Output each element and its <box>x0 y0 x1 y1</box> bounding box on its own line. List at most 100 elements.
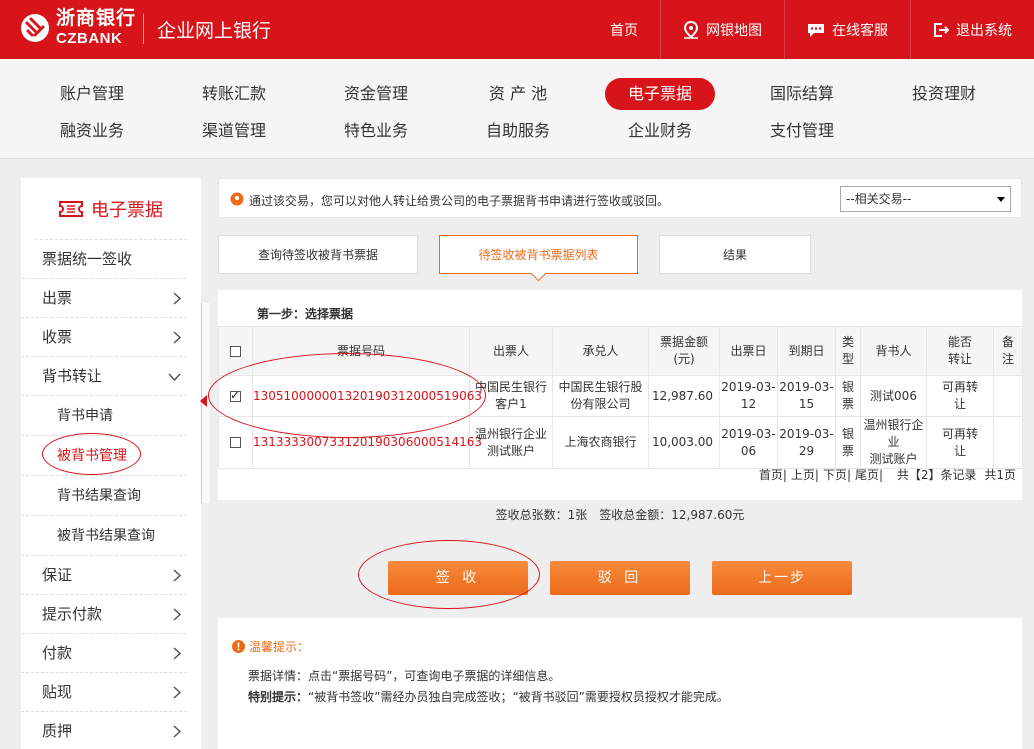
menu-investment[interactable]: 投资理财 <box>889 78 999 110</box>
sign-button[interactable]: 签 收 <box>388 561 528 595</box>
ticket-number-link[interactable]: 130510000001320190312000519063 <box>252 375 482 417</box>
sidebar-item-issue[interactable]: 出票 <box>21 279 187 318</box>
chevron-right-icon <box>173 331 181 344</box>
site-title: 企业网上银行 <box>157 20 272 42</box>
row-select-cell <box>218 416 253 469</box>
ticket-table: 票据号码 出票人 承兑人 票据金额 (元) 出票日 到期日 类型 背书人 能否 转让… <box>218 326 1023 469</box>
acceptor-cell: 上海农商银行 <box>552 416 649 469</box>
step-tab-list[interactable]: 待签收被背书票据列表 <box>439 235 638 274</box>
menu-special[interactable]: 特色业务 <box>321 115 431 147</box>
sidebar-item-present-payment[interactable]: 提示付款 <box>21 595 187 634</box>
reject-button[interactable]: 驳 回 <box>550 561 690 595</box>
sidebar-item-unified-sign[interactable]: 票据统一签收 <box>21 240 187 279</box>
sidebar-item-label: 票据统一签收 <box>42 250 133 268</box>
col-remark-label1: 备 <box>1001 335 1014 349</box>
menu-funds[interactable]: 资金管理 <box>321 78 431 110</box>
ticket-number-link[interactable]: 131333300733120190306000514163 <box>252 416 482 469</box>
sidebar-item-payment[interactable]: 付款 <box>21 634 187 673</box>
sidebar-item-receive[interactable]: 收票 <box>21 318 187 357</box>
sidebar-item-label: 收票 <box>42 328 73 346</box>
sidebar-sub-endorse-apply[interactable]: 背书申请 <box>21 396 187 436</box>
menu-payment[interactable]: 支付管理 <box>747 115 857 147</box>
chevron-right-icon <box>173 686 181 699</box>
issue-date-line2: 06 <box>740 443 757 458</box>
type-line1: 银 <box>841 380 854 394</box>
due-date-cell: 2019-03- 15 <box>777 375 836 417</box>
tips-title: 温馨提示： <box>232 638 309 655</box>
acceptor-cell: 中国民生银行股 份有限公司 <box>552 375 649 417</box>
menu-channel[interactable]: 渠道管理 <box>179 115 289 147</box>
sidebar-item-guarantee[interactable]: 保证 <box>21 556 187 595</box>
related-select-value: --相关交易-- <box>846 192 912 206</box>
nav-map-label: 网银地图 <box>706 22 762 39</box>
collapse-arrow-icon[interactable] <box>200 395 207 407</box>
ticket-list-panel: 第一步：选择票据 票据号码 出票人 承兑人 票据金额 (元) 出票日 到期日 类型… <box>218 290 1023 500</box>
col-endorser: 背书人 <box>860 326 927 376</box>
related-transaction-select[interactable]: --相关交易-- <box>840 186 1011 212</box>
amount-cell: 10,003.00 <box>648 416 720 469</box>
menu-corp-finance[interactable]: 企业财务 <box>605 115 715 147</box>
menu-intl-settlement[interactable]: 国际结算 <box>747 78 857 110</box>
step-tab-query[interactable]: 查询待签收被背书票据 <box>218 235 418 274</box>
due-date-line2: 15 <box>798 397 815 411</box>
transferable-line2: 让 <box>953 397 966 411</box>
sidebar-title: 电子票据 <box>35 178 187 240</box>
sidebar-item-label: 付款 <box>42 644 73 662</box>
pager-pages: 共1页 <box>984 468 1016 482</box>
menu-account[interactable]: 账户管理 <box>37 78 147 110</box>
nav-home[interactable]: 首页 <box>588 0 660 59</box>
tips-special-label: 特别提示： <box>248 690 309 704</box>
nav-service[interactable]: 在线客服 <box>784 0 910 59</box>
select-all-checkbox[interactable] <box>230 345 241 357</box>
logo-chinese-name: 浙商银行 <box>56 7 137 29</box>
nav-logout[interactable]: 退出系统 <box>910 0 1034 59</box>
row-select-cell <box>218 375 253 417</box>
issue-date-line1: 2019-03- <box>721 426 776 441</box>
sign-summary: 签收总张数：1张 签收总金额：12,987.60元 <box>218 500 1022 530</box>
issue-date-line1: 2019-03- <box>721 380 776 394</box>
table-row[interactable]: 131333300733120190306000514163 温州银行企业 测试账… <box>218 416 1023 469</box>
pager-last[interactable]: 尾页| <box>855 468 883 482</box>
col-amount-label: 票据金额 <box>659 335 708 349</box>
type-line2: 票 <box>841 397 854 411</box>
warning-icon <box>232 640 245 653</box>
pager-prev[interactable]: 上页| <box>791 468 819 482</box>
sidebar-item-pledge[interactable]: 质押 <box>21 712 187 749</box>
menu-self-service[interactable]: 自助服务 <box>463 115 573 147</box>
nav-service-label: 在线客服 <box>832 22 888 39</box>
col-amount: 票据金额 (元) <box>648 326 720 376</box>
czbank-logo-icon <box>20 13 50 43</box>
nav-home-label: 首页 <box>610 22 638 39</box>
sidebar: 电子票据 票据统一签收 出票 收票 背书转让 背书申请 被背书管理 背书结果查询… <box>21 178 201 749</box>
type-line2: 票 <box>841 443 854 458</box>
sidebar-sub-endorsee-manage[interactable]: 被背书管理 <box>21 436 187 476</box>
bank-logo[interactable]: 浙商银行 CZBANK <box>20 9 136 46</box>
previous-step-button[interactable]: 上一步 <box>712 561 852 595</box>
col-drawer: 出票人 <box>469 326 553 376</box>
sidebar-item-endorse-transfer[interactable]: 背书转让 <box>21 357 187 396</box>
tips-title-text: 温馨提示： <box>249 640 310 654</box>
sidebar-item-label: 提示付款 <box>42 605 103 623</box>
sidebar-item-discount[interactable]: 贴现 <box>21 673 187 712</box>
endorser-cell: 测试006 <box>860 375 927 417</box>
menu-asset-pool[interactable]: 资 产 池 <box>463 78 573 110</box>
nav-map[interactable]: 网银地图 <box>660 0 784 59</box>
col-transferable: 能否 转让 <box>926 326 994 376</box>
col-type-label2: 型 <box>841 352 854 366</box>
menu-e-bill[interactable]: 电子票据 <box>605 78 715 110</box>
menu-financing[interactable]: 融资业务 <box>37 115 147 147</box>
step-tab-result[interactable]: 结果 <box>659 235 811 274</box>
pager-first[interactable]: 首页| <box>759 468 787 482</box>
sidebar-sub-endorsee-result[interactable]: 被背书结果查询 <box>21 516 187 556</box>
menu-transfer[interactable]: 转账汇款 <box>179 78 289 110</box>
tips-line-detail: 票据详情：点击“票据号码”，可查询电子票据的详细信息。 <box>248 669 561 683</box>
sidebar-sub-endorse-result[interactable]: 背书结果查询 <box>21 476 187 516</box>
pager-next[interactable]: 下页| <box>823 468 851 482</box>
col-amount-unit: (元) <box>673 352 695 366</box>
pager-total: 共【2】条记录 <box>896 468 977 482</box>
row-checkbox[interactable] <box>230 387 241 404</box>
col-due-date: 到期日 <box>777 326 836 376</box>
drawer-line1: 中国民生银行 <box>474 380 547 394</box>
table-row[interactable]: 130510000001320190312000519063 中国民生银行客户1… <box>218 375 1023 417</box>
row-checkbox[interactable] <box>230 437 241 448</box>
